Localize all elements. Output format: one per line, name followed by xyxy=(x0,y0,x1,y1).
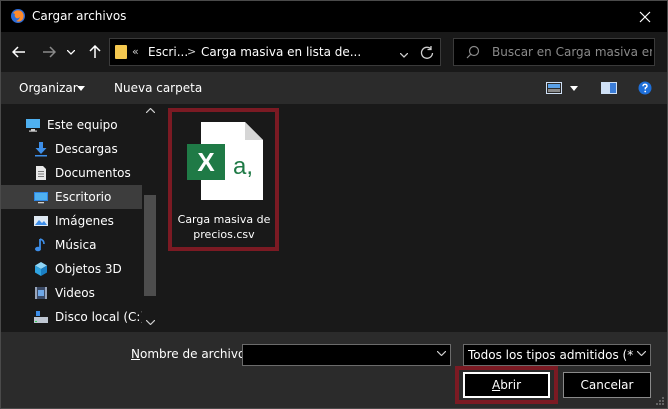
sidebar-item-videos[interactable]: Videos xyxy=(1,281,142,305)
sidebar-item-label: Documentos xyxy=(55,166,131,180)
open-label: brir xyxy=(500,378,522,392)
address-dropdown-button[interactable] xyxy=(399,47,409,61)
chevron-down-icon xyxy=(399,52,409,58)
desktop-icon xyxy=(34,192,48,204)
search-box[interactable]: Buscar en Carga masiva en li... xyxy=(453,38,655,66)
help-icon[interactable] xyxy=(638,81,652,95)
dialog-footer: Nombre de archivo: Todos los tipos admit… xyxy=(1,332,667,408)
address-bar[interactable]: « Escri... > Carga masiva en lista de... xyxy=(109,38,441,66)
back-button[interactable] xyxy=(9,41,29,63)
filename-input[interactable] xyxy=(242,344,451,366)
resize-grip-icon[interactable] xyxy=(655,396,665,406)
filename-label-text: ombre de archivo: xyxy=(139,347,250,361)
file-type-value: Todos los tipos admitidos (*.csv xyxy=(468,348,634,362)
change-view-icon[interactable] xyxy=(546,82,562,94)
caret-down-icon[interactable] xyxy=(570,86,578,91)
close-button[interactable] xyxy=(623,1,667,32)
sidebar-item-label: Descargas xyxy=(55,142,118,156)
sidebar-item-documents[interactable]: Documentos xyxy=(1,161,142,185)
sidebar-item-label: Disco local (C:) xyxy=(55,310,146,324)
breadcrumb-current-folder[interactable]: Carga masiva en lista de... xyxy=(201,45,361,59)
music-icon xyxy=(35,238,45,252)
preview-pane-icon[interactable] xyxy=(601,82,617,94)
open-button[interactable]: Abrir xyxy=(463,372,550,398)
svg-text:a,: a, xyxy=(233,153,253,180)
file-list: X a, Carga masiva de precios.csv xyxy=(161,104,667,332)
sidebar-item-label: Este equipo xyxy=(47,118,118,132)
file-open-dialog: Cargar archivos « Escri... > Carga masiv… xyxy=(0,0,668,409)
search-placeholder: Buscar en Carga masiva en li... xyxy=(492,45,652,59)
window-title: Cargar archivos xyxy=(32,9,127,23)
drive-icon xyxy=(34,311,48,323)
open-accel: A xyxy=(491,378,501,392)
svg-text:X: X xyxy=(197,147,215,177)
search-icon xyxy=(466,45,480,59)
sidebar-item-3d-objects[interactable]: Objetos 3D xyxy=(1,257,142,281)
sidebar-item-downloads[interactable]: Descargas xyxy=(1,137,142,161)
sidebar-item-this-pc[interactable]: Este equipo xyxy=(1,113,142,137)
file-item[interactable]: X a, Carga masiva de precios.csv xyxy=(168,108,279,251)
download-icon xyxy=(35,142,47,157)
arrow-right-icon xyxy=(43,46,56,58)
navigation-bar: « Escri... > Carga masiva en lista de...… xyxy=(1,32,667,72)
chevron-down-icon[interactable] xyxy=(437,351,446,356)
refresh-icon[interactable] xyxy=(418,44,436,62)
sidebar-item-pictures[interactable]: Imágenes xyxy=(1,209,142,233)
new-folder-button[interactable]: Nueva carpeta xyxy=(114,81,202,95)
sidebar-item-music[interactable]: Música xyxy=(1,233,142,257)
firefox-icon xyxy=(11,9,25,23)
sidebar-item-desktop[interactable]: Escritorio xyxy=(1,185,142,209)
caret-down-icon[interactable] xyxy=(77,86,85,91)
breadcrumb-separator-icon: > xyxy=(187,45,197,58)
chevron-down-icon xyxy=(67,49,75,55)
file-name: Carga masiva de precios.csv xyxy=(177,213,271,241)
filename-label-accel: N xyxy=(131,347,140,361)
3d-objects-icon xyxy=(35,262,47,276)
sidebar-item-label: Videos xyxy=(55,286,95,300)
sidebar-item-local-disk[interactable]: Disco local (C:) xyxy=(1,305,146,329)
sidebar-item-label: Música xyxy=(55,238,97,252)
sidebar-item-label: Escritorio xyxy=(55,190,112,204)
file-type-select[interactable]: Todos los tipos admitidos (*.csv xyxy=(463,344,651,366)
sidebar-item-label: Objetos 3D xyxy=(55,262,122,276)
breadcrumb-desktop[interactable]: Escri... xyxy=(148,45,188,59)
scrollbar-thumb[interactable] xyxy=(144,195,156,296)
computer-icon xyxy=(26,119,40,132)
video-icon xyxy=(35,287,47,299)
sidebar-scrollbar[interactable] xyxy=(142,104,159,332)
folder-icon xyxy=(115,45,127,59)
document-icon xyxy=(36,166,46,180)
navigation-pane: Este equipo Descargas Documentos Escrito… xyxy=(1,104,159,332)
address-overflow[interactable]: « xyxy=(132,45,139,58)
command-toolbar: Organizar Nueva carpeta xyxy=(1,72,667,104)
excel-csv-icon: X a, xyxy=(187,122,263,200)
cancel-button[interactable]: Cancelar xyxy=(563,372,651,398)
recent-locations-button[interactable] xyxy=(64,41,78,63)
chevron-down-icon[interactable] xyxy=(146,320,155,325)
arrow-left-icon xyxy=(12,46,25,58)
organize-menu[interactable]: Organizar xyxy=(19,81,78,95)
filename-label: Nombre de archivo: xyxy=(131,347,249,361)
close-icon xyxy=(639,11,651,22)
title-bar: Cargar archivos xyxy=(1,1,667,32)
sidebar-item-label: Imágenes xyxy=(55,214,114,228)
forward-button[interactable] xyxy=(39,41,59,63)
arrow-up-icon xyxy=(89,45,101,58)
chevron-up-icon[interactable] xyxy=(146,108,155,113)
chevron-down-icon xyxy=(637,351,646,356)
pictures-icon xyxy=(34,216,48,226)
up-button[interactable] xyxy=(85,41,105,63)
